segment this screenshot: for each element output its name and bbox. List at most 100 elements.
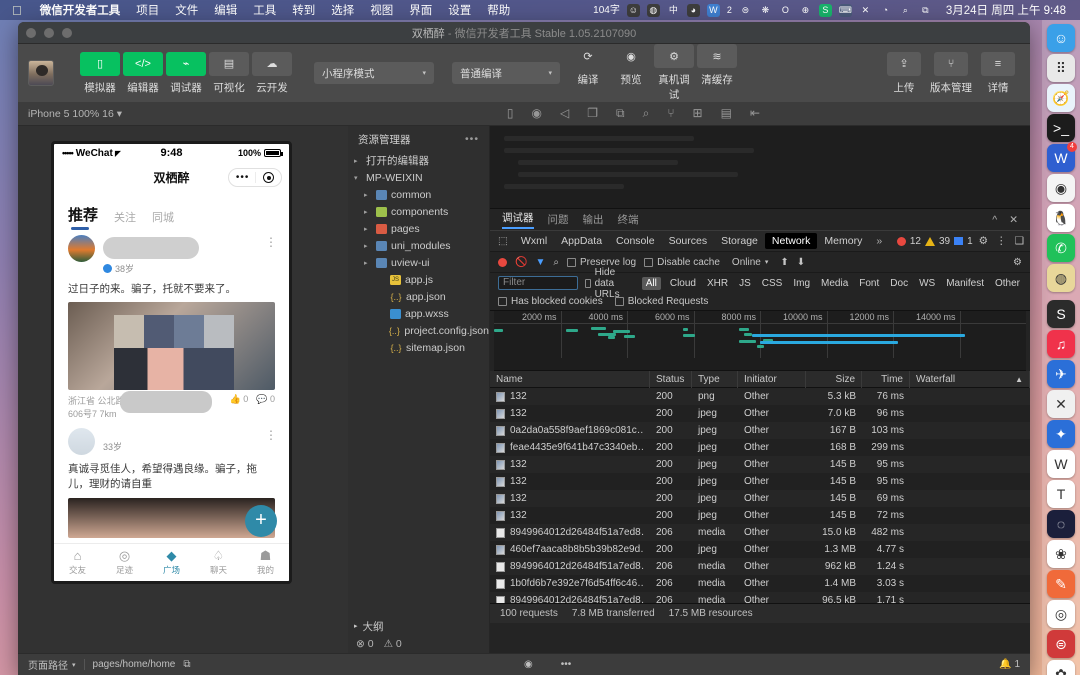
menu-view[interactable]: 视图 (362, 2, 401, 18)
column-header-status[interactable]: Status (650, 370, 692, 388)
tab-recommend[interactable]: 推荐 (68, 204, 98, 230)
filter-type-media[interactable]: Media (819, 278, 850, 289)
copy-icon[interactable]: ⧉ (616, 106, 625, 121)
feed-post[interactable]: ⋮ 38岁 过日子的来。骗子，托就不要来了。 浙江省 公北路 606号7 7km… (54, 229, 289, 420)
compile-select[interactable]: 普通编译 ▾ (452, 62, 560, 84)
terminal-icon[interactable]: >_ (1047, 114, 1075, 142)
tab-same-city[interactable]: 同城 (152, 209, 174, 225)
visual-button[interactable]: ▤ 可视化 (209, 51, 249, 95)
hide-data-urls-checkbox[interactable]: Hide data URLs (584, 267, 635, 300)
menu-settings[interactable]: 设置 (440, 2, 479, 18)
cloud-button[interactable]: ☁ 云开发 (252, 51, 292, 95)
safari-icon[interactable]: 🧭 (1047, 84, 1075, 112)
wps-icon[interactable]: W (706, 3, 720, 17)
menu-select[interactable]: 选择 (323, 2, 362, 18)
dock-side-icon[interactable]: ❑ (1015, 235, 1024, 247)
table-row[interactable]: 1b0fd6b7e392e7f6d54ff6c46… 206 media Other 1… (490, 575, 1030, 592)
filter-input[interactable]: Filter (498, 276, 578, 290)
filter-type-ws[interactable]: WS (917, 278, 937, 289)
tab-sources[interactable]: Sources (662, 233, 715, 249)
explorer-more-icon[interactable]: ••• (465, 133, 479, 145)
tab-output[interactable]: 输出 (583, 212, 604, 227)
disable-cache-checkbox[interactable]: Disable cache (644, 257, 720, 268)
table-row[interactable]: 460ef7aaca8b8b5b39b82e9d… 200 jpeg Other 1.3… (490, 541, 1030, 558)
euro-icon[interactable]: ⊜ (1047, 630, 1075, 658)
inspect-element-icon[interactable]: ⬚ (498, 235, 508, 247)
wps-icon[interactable]: W4 (1047, 142, 1077, 172)
table-row[interactable]: 132 200 png Other 5.3 kB 76 ms (490, 388, 1030, 405)
editor-button[interactable]: </> 编辑器 (123, 51, 163, 95)
explorer-item-uview-ui[interactable]: ▸ uview-ui (348, 254, 489, 271)
menu-file[interactable]: 文件 (167, 2, 206, 18)
add-post-button[interactable]: + (245, 505, 277, 537)
tweet-icon[interactable]: 2 (727, 4, 732, 17)
network-table-body[interactable]: 132 200 png Other 5.3 kB 76 ms 132 200 jpeg Other… (490, 388, 1030, 603)
launchpad-icon[interactable]: ⠿ (1047, 54, 1075, 82)
simulator-button[interactable]: ▯ 模拟器 (80, 51, 120, 95)
debugger-button[interactable]: ⌁ 调试器 (166, 51, 206, 95)
search-icon[interactable]: ⌕ (553, 257, 559, 268)
eye-icon[interactable]: ◉ (524, 659, 533, 670)
avatar[interactable] (68, 428, 95, 456)
explorer-item-mp-weixin[interactable]: ▾ MP-WEIXIN (348, 169, 489, 186)
sogou-icon[interactable]: S (818, 3, 832, 17)
page-path-select[interactable]: 页面路径 ▾ (28, 657, 76, 672)
chrome-icon[interactable]: ◉ (1047, 174, 1075, 202)
device-select[interactable]: iPhone 5 100% 16 ▾ (28, 108, 122, 120)
ime-chinese-icon[interactable]: 中 (667, 4, 680, 17)
filter-type-font[interactable]: Font (857, 278, 881, 289)
explorer-item-app-js[interactable]: JS app.js (348, 271, 489, 288)
network-overview-timeline[interactable]: 2000 ms 4000 ms 6000 ms 8000 ms 10000 ms 1200… (494, 311, 1026, 371)
more-tabs-icon[interactable]: » (869, 235, 889, 247)
volume-icon[interactable]: ◁ (560, 106, 569, 121)
grid-icon[interactable]: ⊞ (693, 106, 703, 121)
tabbar-item-mine[interactable]: ☗ 我的 (242, 544, 289, 581)
filter-type-doc[interactable]: Doc (888, 278, 910, 289)
like-count[interactable]: 👍 0 (230, 394, 249, 420)
remote-debug-button[interactable]: ⚙ 真机调试 (654, 44, 694, 102)
table-row[interactable]: 8949964012d26484f51a7ed8… 206 media Other 96… (490, 592, 1030, 603)
spotlight-icon[interactable]: ⌕ (899, 4, 912, 17)
baidu-icon[interactable]: ❀ (1047, 540, 1075, 568)
typora-icon[interactable]: T (1047, 480, 1075, 508)
bluetooth-icon[interactable]: ✕ (859, 4, 872, 17)
tab-wxml[interactable]: Wxml (514, 233, 554, 249)
control-center-icon[interactable]: ◔ (879, 4, 892, 17)
vscode2-icon[interactable]: ✦ (1047, 420, 1075, 448)
tree-icon[interactable]: ⑂ (667, 106, 674, 121)
table-row[interactable]: 132 200 jpeg Other 7.0 kB 96 ms (490, 405, 1030, 422)
avatar[interactable] (68, 235, 95, 262)
opera-icon[interactable]: O (779, 4, 792, 17)
notification-icon[interactable]: ⧉ (919, 4, 932, 17)
filter-type-img[interactable]: Img (791, 278, 812, 289)
collapse-icon[interactable]: ⇤ (750, 106, 760, 121)
clear-cache-button[interactable]: ≋ 清缓存 (697, 44, 737, 102)
table-row[interactable]: 132 200 jpeg Other 145 B 72 ms (490, 507, 1030, 524)
menu-help[interactable]: 帮助 (479, 2, 518, 18)
keyboard-icon[interactable]: ⌨ (838, 3, 852, 17)
spring-icon[interactable]: ◍ (1047, 264, 1075, 292)
wps2-icon[interactable]: W (1047, 450, 1075, 478)
tabbar-item-friends[interactable]: ⌂ 交友 (54, 544, 101, 581)
search-icon[interactable]: ⌕ (643, 106, 650, 121)
blocked-requests-checkbox[interactable]: Blocked Requests (614, 296, 708, 307)
has-blocked-cookies-checkbox[interactable]: Has blocked cookies (498, 296, 603, 307)
filter-type-all[interactable]: All (641, 276, 661, 290)
table-row[interactable]: 8949964012d26484f51a7ed8… 206 media Other 15… (490, 524, 1030, 541)
finder-icon[interactable]: ☺ (1047, 24, 1075, 52)
post-menu-icon[interactable]: ⋮ (265, 236, 277, 248)
menu-tools[interactable]: 工具 (245, 2, 284, 18)
vscode-icon[interactable]: ✕ (1047, 390, 1075, 418)
chat-icon[interactable]: ✿ (1047, 660, 1075, 675)
filter-type-other[interactable]: Other (993, 278, 1022, 289)
chevron-up-icon[interactable]: ^ (992, 214, 997, 226)
record-icon[interactable] (498, 257, 507, 267)
firefox-icon[interactable]: ◎ (1047, 600, 1075, 628)
split-icon[interactable]: ▤ (721, 106, 732, 121)
post-menu-icon[interactable]: ⋮ (265, 429, 277, 441)
table-row[interactable]: 132 200 jpeg Other 145 B 69 ms (490, 490, 1030, 507)
page-path-value[interactable]: pages/home/home (93, 659, 176, 670)
tabbar-item-plaza[interactable]: ◆ 广场 (148, 544, 195, 581)
qq-icon[interactable]: 🐧 (1047, 204, 1075, 232)
tab-storage[interactable]: Storage (714, 233, 765, 249)
